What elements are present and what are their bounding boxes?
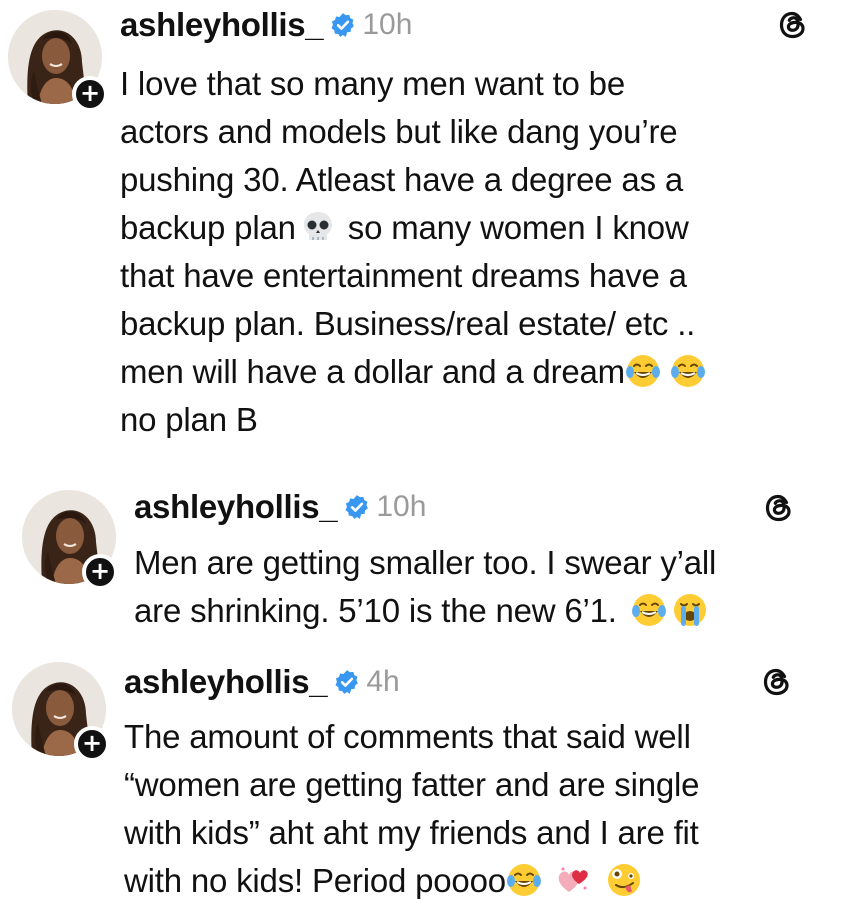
username[interactable]: ashleyhollis_ — [134, 488, 338, 526]
verified-badge-icon — [334, 669, 360, 695]
post-text-line: are shrinking. 5’10 is the new 6’1. — [134, 587, 716, 635]
avatar[interactable]: + — [22, 490, 118, 590]
follow-plus-icon[interactable]: + — [74, 726, 110, 762]
thread-post: + ashleyhollis_ 4h The amount of comment… — [0, 660, 852, 905]
post-text-line: I love that so many men want to be — [120, 65, 625, 102]
post-text: Men are getting smaller too. I swear y’a… — [134, 539, 716, 635]
post-text-line: Men are getting smaller too. I swear y’a… — [134, 544, 717, 581]
post-text: I love that so many men want to be actor… — [120, 60, 709, 444]
follow-plus-icon[interactable]: + — [82, 554, 118, 590]
verified-badge-icon — [344, 494, 370, 520]
post-timestamp: 10h — [362, 8, 413, 41]
post-text-line: pushing 30. Atleast have a degree as a — [120, 161, 683, 198]
post-text-line: that have entertainment dreams have a — [120, 257, 687, 294]
post-text-line: backup plan. Business/real estate/ etc .… — [120, 305, 696, 342]
username[interactable]: ashleyhollis_ — [124, 663, 328, 701]
post-text-line: with kids” aht aht my friends and I are … — [124, 814, 699, 851]
post-timestamp: 10h — [376, 490, 427, 523]
post-header: ashleyhollis_ 4h — [124, 660, 400, 704]
avatar[interactable]: + — [8, 10, 108, 112]
follow-plus-icon[interactable]: + — [72, 76, 108, 112]
post-text-line: backup plan so many women I know — [120, 209, 689, 246]
joy-emoji-icon — [670, 353, 706, 389]
post-text-line: no plan B — [120, 401, 258, 438]
post-text-line: The amount of comments that said well — [124, 718, 691, 755]
joy-emoji-icon — [506, 862, 542, 898]
skull-emoji-icon — [300, 209, 336, 245]
avatar[interactable]: + — [12, 662, 110, 762]
joy-emoji-icon — [625, 353, 661, 389]
verified-badge-icon — [330, 12, 356, 38]
post-timestamp: 4h — [366, 665, 400, 698]
sob-emoji-icon — [672, 592, 708, 628]
threads-logo-icon — [762, 491, 796, 525]
post-header: ashleyhollis_ 10h — [134, 485, 426, 529]
thread-post: + ashleyhollis_ 10h I love that so many … — [0, 0, 852, 470]
joy-emoji-icon — [631, 592, 667, 628]
post-text-line: actors and models but like dang you’re — [120, 113, 678, 150]
two-hearts-emoji-icon — [555, 862, 591, 898]
threads-logo-icon — [760, 665, 794, 699]
username[interactable]: ashleyhollis_ — [120, 6, 324, 44]
post-header: ashleyhollis_ 10h — [120, 3, 412, 47]
thread-post: + ashleyhollis_ 10h Men are getting smal… — [0, 485, 852, 645]
post-text: The amount of comments that said well “w… — [124, 713, 700, 905]
threads-logo-icon — [776, 8, 810, 42]
post-text-line: “women are getting fatter and are single — [124, 766, 700, 803]
zany-face-emoji-icon — [606, 862, 642, 898]
post-text-line: men will have a dollar and a dream — [120, 348, 709, 396]
post-text-line: with no kids! Period poooo — [124, 857, 699, 905]
